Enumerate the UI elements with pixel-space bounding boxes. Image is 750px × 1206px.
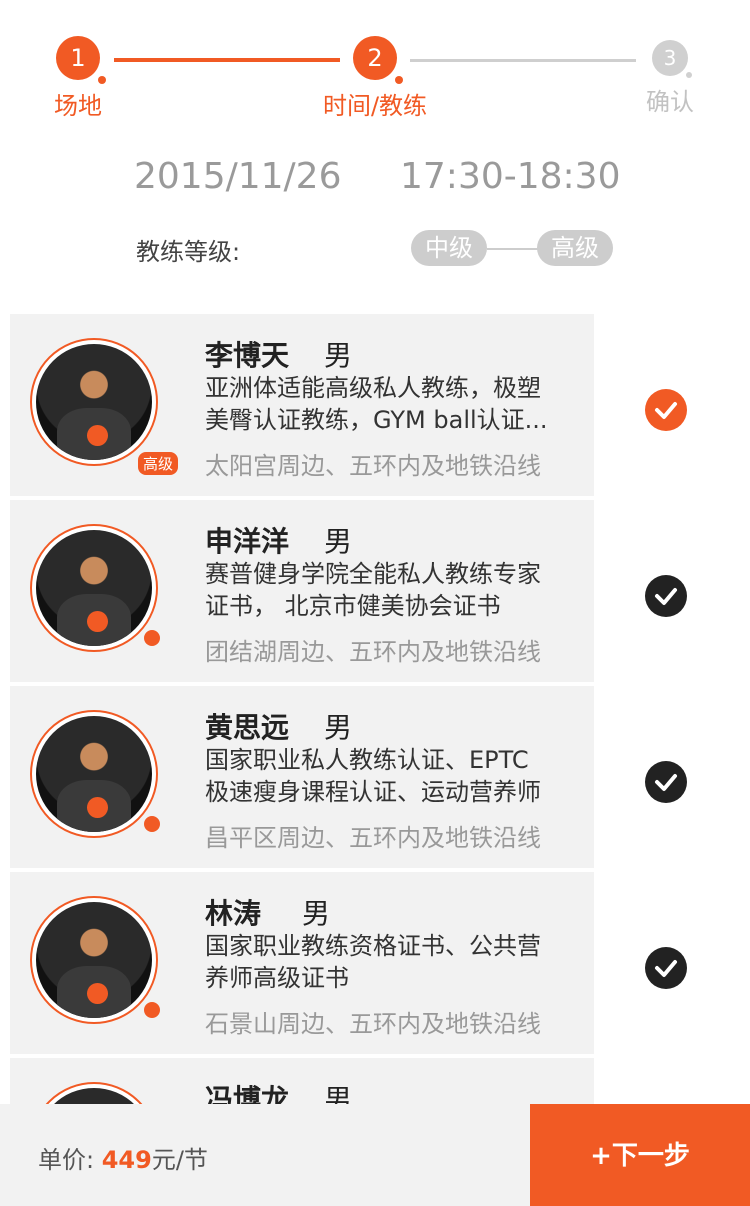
step-confirm: 3 确认 [610, 36, 730, 117]
step-label: 时间/教练 [322, 92, 428, 120]
coach-level-label: 教练等级: [136, 238, 241, 266]
level-range-connector [487, 248, 539, 250]
level-option-mid[interactable]: 中级 [411, 230, 487, 266]
step-label: 场地 [54, 92, 102, 120]
coach-card[interactable]: 林涛 男 国家职业教练资格证书、公共营 养师高级证书 石景山周边、五环内及地铁沿… [10, 872, 740, 1054]
coach-info[interactable]: 申洋洋 男 赛普健身学院全能私人教练专家 证书， 北京市健美协会证书 团结湖周边… [10, 500, 594, 682]
unit-price-value: 449 [101, 1146, 152, 1174]
coach-select-area[interactable] [594, 872, 740, 1054]
coach-gender: 男 [302, 897, 331, 930]
coach-info[interactable]: 高级 李博天 男 亚洲体适能高级私人教练，极塑 美臀认证教练，GYM ball认… [10, 314, 594, 496]
step-number-badge: 3 [652, 40, 692, 78]
checkout-bar: 单价: 449元/节 +下一步 [0, 1104, 750, 1206]
coach-select-area[interactable] [594, 686, 740, 868]
schedule-time: 17:30-18:30 [400, 156, 621, 197]
coach-gender: 男 [324, 1083, 353, 1106]
status-dot [144, 1002, 160, 1018]
step-venue[interactable]: 1 场地 [18, 36, 138, 121]
coach-name: 李博天 [205, 339, 290, 372]
coach-card[interactable]: 黄思远 男 国家职业私人教练认证、EPTC 极速瘦身课程认证、运动营养师 昌平区… [10, 686, 740, 868]
coach-service-area: 昌平区周边、五环内及地铁沿线 [205, 824, 541, 852]
schedule-date: 2015/11/26 [134, 156, 342, 197]
coach-name: 林涛 [205, 897, 262, 930]
coach-name: 黄思远 [205, 711, 290, 744]
step-label: 确认 [646, 88, 694, 116]
coach-card[interactable]: 申洋洋 男 赛普健身学院全能私人教练专家 证书， 北京市健美协会证书 团结湖周边… [10, 500, 740, 682]
coach-description: 亚洲体适能高级私人教练，极塑 美臀认证教练，GYM ball认证... [205, 374, 548, 434]
coach-description: 国家职业私人教练认证、EPTC 极速瘦身课程认证、运动营养师 [205, 746, 541, 806]
coach-info[interactable]: 冯博龙 男 [10, 1058, 594, 1106]
step-number-badge: 2 [353, 36, 403, 84]
coach-info[interactable]: 黄思远 男 国家职业私人教练认证、EPTC 极速瘦身课程认证、运动营养师 昌平区… [10, 686, 594, 868]
coach-list[interactable]: 高级 李博天 男 亚洲体适能高级私人教练，极塑 美臀认证教练，GYM ball认… [10, 314, 740, 1106]
coach-name: 冯博龙 [205, 1083, 290, 1106]
check-icon[interactable] [645, 389, 687, 431]
stepper-line-completed [114, 58, 340, 62]
unit-price-label: 单价: [38, 1146, 95, 1174]
coach-service-area: 石景山周边、五环内及地铁沿线 [205, 1010, 541, 1038]
coach-card[interactable]: 高级 李博天 男 亚洲体适能高级私人教练，极塑 美臀认证教练，GYM ball认… [10, 314, 740, 496]
coach-level-filter: 教练等级: 中级 高级 [0, 228, 750, 268]
coach-gender: 男 [324, 339, 353, 372]
progress-stepper: 1 场地 2 时间/教练 3 确认 [0, 0, 750, 130]
coach-gender: 男 [324, 711, 353, 744]
coach-gender: 男 [324, 525, 353, 558]
check-icon[interactable] [645, 761, 687, 803]
step-number-badge: 1 [56, 36, 106, 84]
schedule-summary: 2015/11/26 17:30-18:30 [0, 156, 750, 206]
coach-description: 赛普健身学院全能私人教练专家 证书， 北京市健美协会证书 [205, 560, 541, 620]
coach-select-area[interactable] [594, 1058, 740, 1106]
coach-description: 国家职业教练资格证书、公共营 养师高级证书 [205, 932, 541, 992]
status-dot [144, 816, 160, 832]
status-dot [144, 630, 160, 646]
check-icon[interactable] [645, 575, 687, 617]
level-option-high[interactable]: 高级 [537, 230, 613, 266]
coach-select-area[interactable] [594, 500, 740, 682]
step-time-coach[interactable]: 2 时间/教练 [315, 36, 435, 121]
stepper-line-pending [410, 59, 636, 62]
coach-service-area: 太阳宫周边、五环内及地铁沿线 [205, 452, 541, 480]
coach-service-area: 团结湖周边、五环内及地铁沿线 [205, 638, 541, 666]
level-badge: 高级 [138, 452, 179, 475]
unit-price-unit: 元/节 [151, 1146, 208, 1174]
next-step-button[interactable]: +下一步 [530, 1104, 750, 1206]
coach-info[interactable]: 林涛 男 国家职业教练资格证书、公共营 养师高级证书 石景山周边、五环内及地铁沿… [10, 872, 594, 1054]
coach-name: 申洋洋 [205, 525, 290, 558]
coach-card[interactable]: 冯博龙 男 [10, 1058, 740, 1106]
coach-select-area[interactable] [594, 314, 740, 496]
avatar [26, 1078, 166, 1106]
unit-price: 单价: 449元/节 [38, 1140, 208, 1175]
check-icon[interactable] [645, 947, 687, 989]
